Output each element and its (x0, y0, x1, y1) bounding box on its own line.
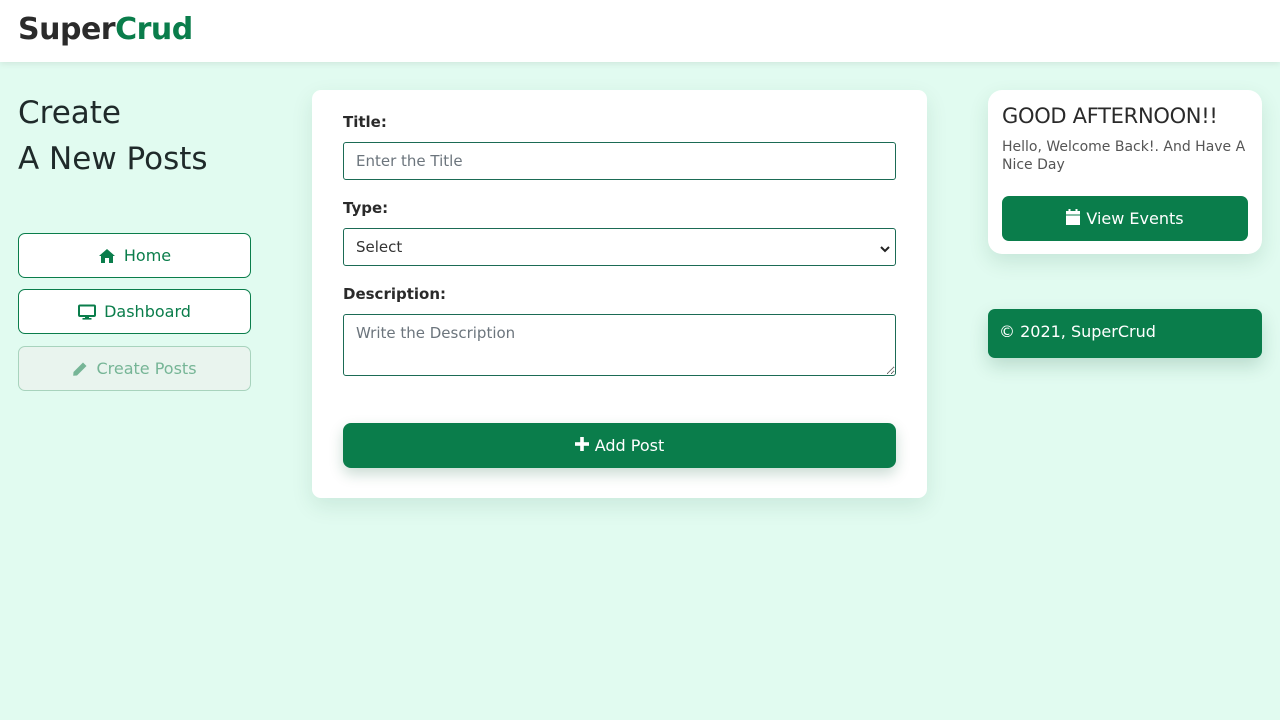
page-title-line2: A New Posts (18, 141, 208, 177)
add-post-button[interactable]: Add Post (343, 423, 896, 468)
brand-logo[interactable]: SuperCrud (18, 12, 193, 47)
title-input[interactable] (343, 142, 896, 180)
type-select-value: Select (356, 238, 403, 256)
create-post-form: Title: Type: Select Description: Add Pos… (312, 90, 927, 498)
nav-create-posts-label: Create Posts (96, 359, 197, 378)
greeting-card: GOOD AFTERNOON!! Hello, Welcome Back!. A… (988, 90, 1262, 254)
home-icon (98, 248, 116, 264)
left-sidebar: Create A New Posts Home Dashboard Create… (18, 90, 251, 391)
calendar-icon (1066, 208, 1081, 229)
page-title-line1: Create (18, 95, 122, 131)
description-label: Description: (343, 285, 447, 303)
monitor-icon (78, 304, 97, 320)
footer-card: © 2021, SuperCrud (988, 309, 1262, 358)
pencil-icon (72, 361, 88, 377)
greeting-title: GOOD AFTERNOON!! (1002, 104, 1218, 128)
description-textarea[interactable] (343, 314, 896, 376)
nav-create-posts-button[interactable]: Create Posts (18, 346, 251, 391)
view-events-button[interactable]: View Events (1002, 196, 1248, 241)
footer-copyright: © 2021, SuperCrud (999, 322, 1156, 341)
nav-dashboard-button[interactable]: Dashboard (18, 289, 251, 334)
type-label: Type: (343, 199, 389, 217)
greeting-message: Hello, Welcome Back!. And Have A Nice Da… (1002, 139, 1246, 173)
page-title: Create A New Posts (18, 90, 251, 182)
top-navbar: SuperCrud (0, 0, 1280, 62)
add-post-label: Add Post (594, 436, 665, 455)
brand-name-part2: Crud (115, 12, 193, 47)
type-select[interactable]: Select (343, 228, 896, 266)
nav-home-button[interactable]: Home (18, 233, 251, 278)
nav-dashboard-label: Dashboard (104, 302, 191, 321)
nav-home-label: Home (123, 246, 172, 265)
title-label: Title: (343, 113, 387, 131)
view-events-label: View Events (1086, 209, 1184, 228)
brand-name-part1: Super (18, 12, 116, 47)
plus-icon (574, 436, 589, 455)
chevron-down-icon (879, 241, 891, 259)
